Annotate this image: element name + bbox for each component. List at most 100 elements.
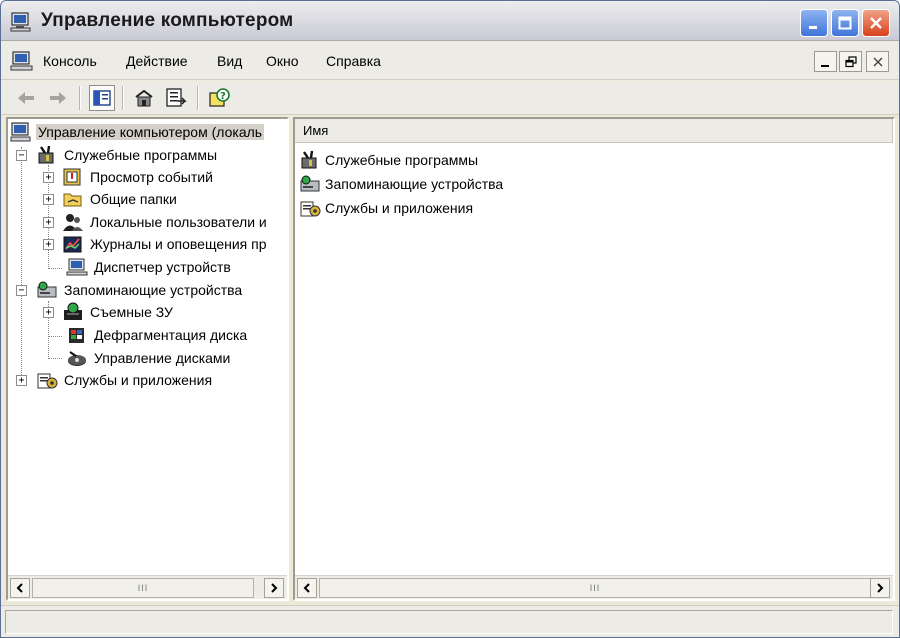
tree-item-label: Общие папки (90, 191, 177, 207)
child-minimize-button[interactable] (814, 51, 837, 72)
tree-connector (48, 358, 62, 359)
list-item-system-tools[interactable]: Служебные программы (299, 149, 478, 171)
event-viewer-icon (63, 168, 81, 186)
collapse-toggle[interactable]: − (16, 285, 27, 296)
menu-bar: Консоль Действие Вид Окно Справка (1, 42, 899, 80)
storage-icon (37, 281, 57, 298)
scroll-thumb[interactable]: III (319, 578, 871, 598)
tree-item-label: Журналы и оповещения пр (90, 236, 267, 252)
services-icon (37, 373, 58, 389)
list-item-label: Служебные программы (325, 152, 479, 168)
tree-horizontal-scrollbar[interactable]: III (8, 575, 287, 599)
scroll-left-button[interactable] (10, 578, 30, 598)
services-icon (300, 201, 321, 217)
removable-storage-icon (64, 302, 82, 320)
list-item-storage[interactable]: Запоминающие устройства (299, 173, 503, 195)
tree-item-label: Диспетчер устройств (94, 259, 231, 275)
expand-toggle[interactable]: + (43, 194, 54, 205)
arrow-right-icon (50, 92, 66, 104)
status-bar (1, 605, 899, 637)
list-item-services-apps[interactable]: Службы и приложения (299, 197, 473, 219)
scroll-thumb[interactable]: III (32, 578, 254, 598)
tree-connector (48, 336, 62, 337)
console-icon (10, 51, 33, 71)
toolbar-separator (122, 86, 124, 110)
help-button[interactable]: ? (207, 85, 233, 111)
computer-management-window: Управление компьютером Консоль Действие … (0, 0, 900, 638)
scroll-left-button[interactable] (297, 578, 317, 598)
tree-item-removable-storage[interactable]: Съемные ЗУ (62, 301, 175, 323)
storage-icon (300, 175, 320, 192)
chevron-left-icon (303, 583, 310, 593)
tree-item-device-manager[interactable]: Диспетчер устройств (66, 256, 233, 278)
tree-item-label: Съемные ЗУ (90, 304, 173, 320)
maximize-button[interactable] (831, 9, 859, 37)
toolbar-separator (79, 86, 81, 110)
export-list-icon (166, 88, 187, 107)
tree-item-disk-management[interactable]: Управление дисками (66, 347, 232, 369)
device-manager-icon (66, 258, 88, 276)
tree-item-event-viewer[interactable]: Просмотр событий (62, 166, 215, 188)
child-restore-button[interactable] (839, 51, 862, 72)
close-icon (873, 57, 882, 66)
menu-window[interactable]: Окно (266, 53, 299, 69)
tree-connector (21, 147, 22, 381)
computer-icon (10, 12, 31, 32)
shared-folder-icon (63, 193, 82, 207)
column-header-name[interactable]: Имя (295, 119, 893, 143)
tree-item-label: Запоминающие устройства (64, 282, 243, 298)
export-list-button[interactable] (163, 85, 189, 111)
tree-item-disk-defragmenter[interactable]: Дефрагментация диска (66, 324, 249, 346)
tree-item-local-users[interactable]: Локальные пользователи и (62, 211, 269, 233)
minimize-button[interactable] (800, 9, 828, 37)
tree-item-storage[interactable]: Запоминающие устройства (36, 279, 244, 301)
tree-item-label: Просмотр событий (90, 169, 213, 185)
up-level-button[interactable] (131, 85, 157, 111)
menu-console[interactable]: Консоль (43, 53, 97, 69)
tree-item-shared-folders[interactable]: Общие папки (62, 188, 179, 210)
menu-help[interactable]: Справка (326, 53, 381, 69)
expand-toggle[interactable]: + (43, 307, 54, 318)
list-item-label: Службы и приложения (325, 200, 474, 216)
maximize-icon (838, 16, 852, 30)
tree-item-system-tools[interactable]: Служебные программы (36, 144, 219, 166)
toolbar-separator (197, 86, 199, 110)
menu-view[interactable]: Вид (217, 53, 242, 69)
toolbar: ? (1, 81, 899, 115)
details-horizontal-scrollbar[interactable]: III (295, 575, 893, 599)
child-close-button[interactable] (866, 51, 889, 72)
close-button[interactable] (862, 9, 890, 37)
arrow-left-icon (18, 92, 34, 104)
expand-toggle[interactable]: + (16, 375, 27, 386)
tree-item-label: Управление компьютером (локаль (36, 124, 265, 140)
expand-toggle[interactable]: + (43, 217, 54, 228)
console-tree-icon (93, 90, 111, 106)
tree-item-performance-logs[interactable]: Журналы и оповещения пр (62, 233, 269, 255)
tools-icon (38, 145, 54, 164)
back-button[interactable] (13, 85, 39, 111)
expand-toggle[interactable]: + (43, 239, 54, 250)
menu-action[interactable]: Действие (126, 53, 188, 69)
forward-button[interactable] (45, 85, 71, 111)
collapse-toggle[interactable]: − (16, 150, 27, 161)
minimize-icon (809, 26, 817, 29)
list-item-label: Запоминающие устройства (325, 176, 504, 192)
tree-item-label: Управление дисками (94, 350, 231, 366)
scroll-right-button[interactable] (264, 578, 284, 598)
tools-icon (301, 150, 317, 169)
defrag-icon (69, 328, 84, 343)
console-tree: Управление компьютером (локаль − Служебн… (8, 119, 287, 575)
details-pane: Имя Служебные программы Запоминающие уст… (293, 117, 895, 601)
tree-item-label: Локальные пользователи и (90, 214, 267, 230)
tree-item-label: Дефрагментация диска (94, 327, 248, 343)
scroll-right-button[interactable] (870, 578, 890, 598)
help-icon: ? (209, 88, 230, 107)
properties-icon (135, 89, 153, 107)
close-icon (870, 17, 882, 29)
window-title: Управление компьютером (41, 10, 294, 31)
show-hide-tree-button[interactable] (89, 85, 115, 111)
tree-item-services-apps[interactable]: Службы и приложения (36, 369, 214, 391)
expand-toggle[interactable]: + (43, 172, 54, 183)
title-bar[interactable]: Управление компьютером (1, 1, 899, 41)
tree-item-root[interactable]: Управление компьютером (локаль (10, 121, 265, 143)
